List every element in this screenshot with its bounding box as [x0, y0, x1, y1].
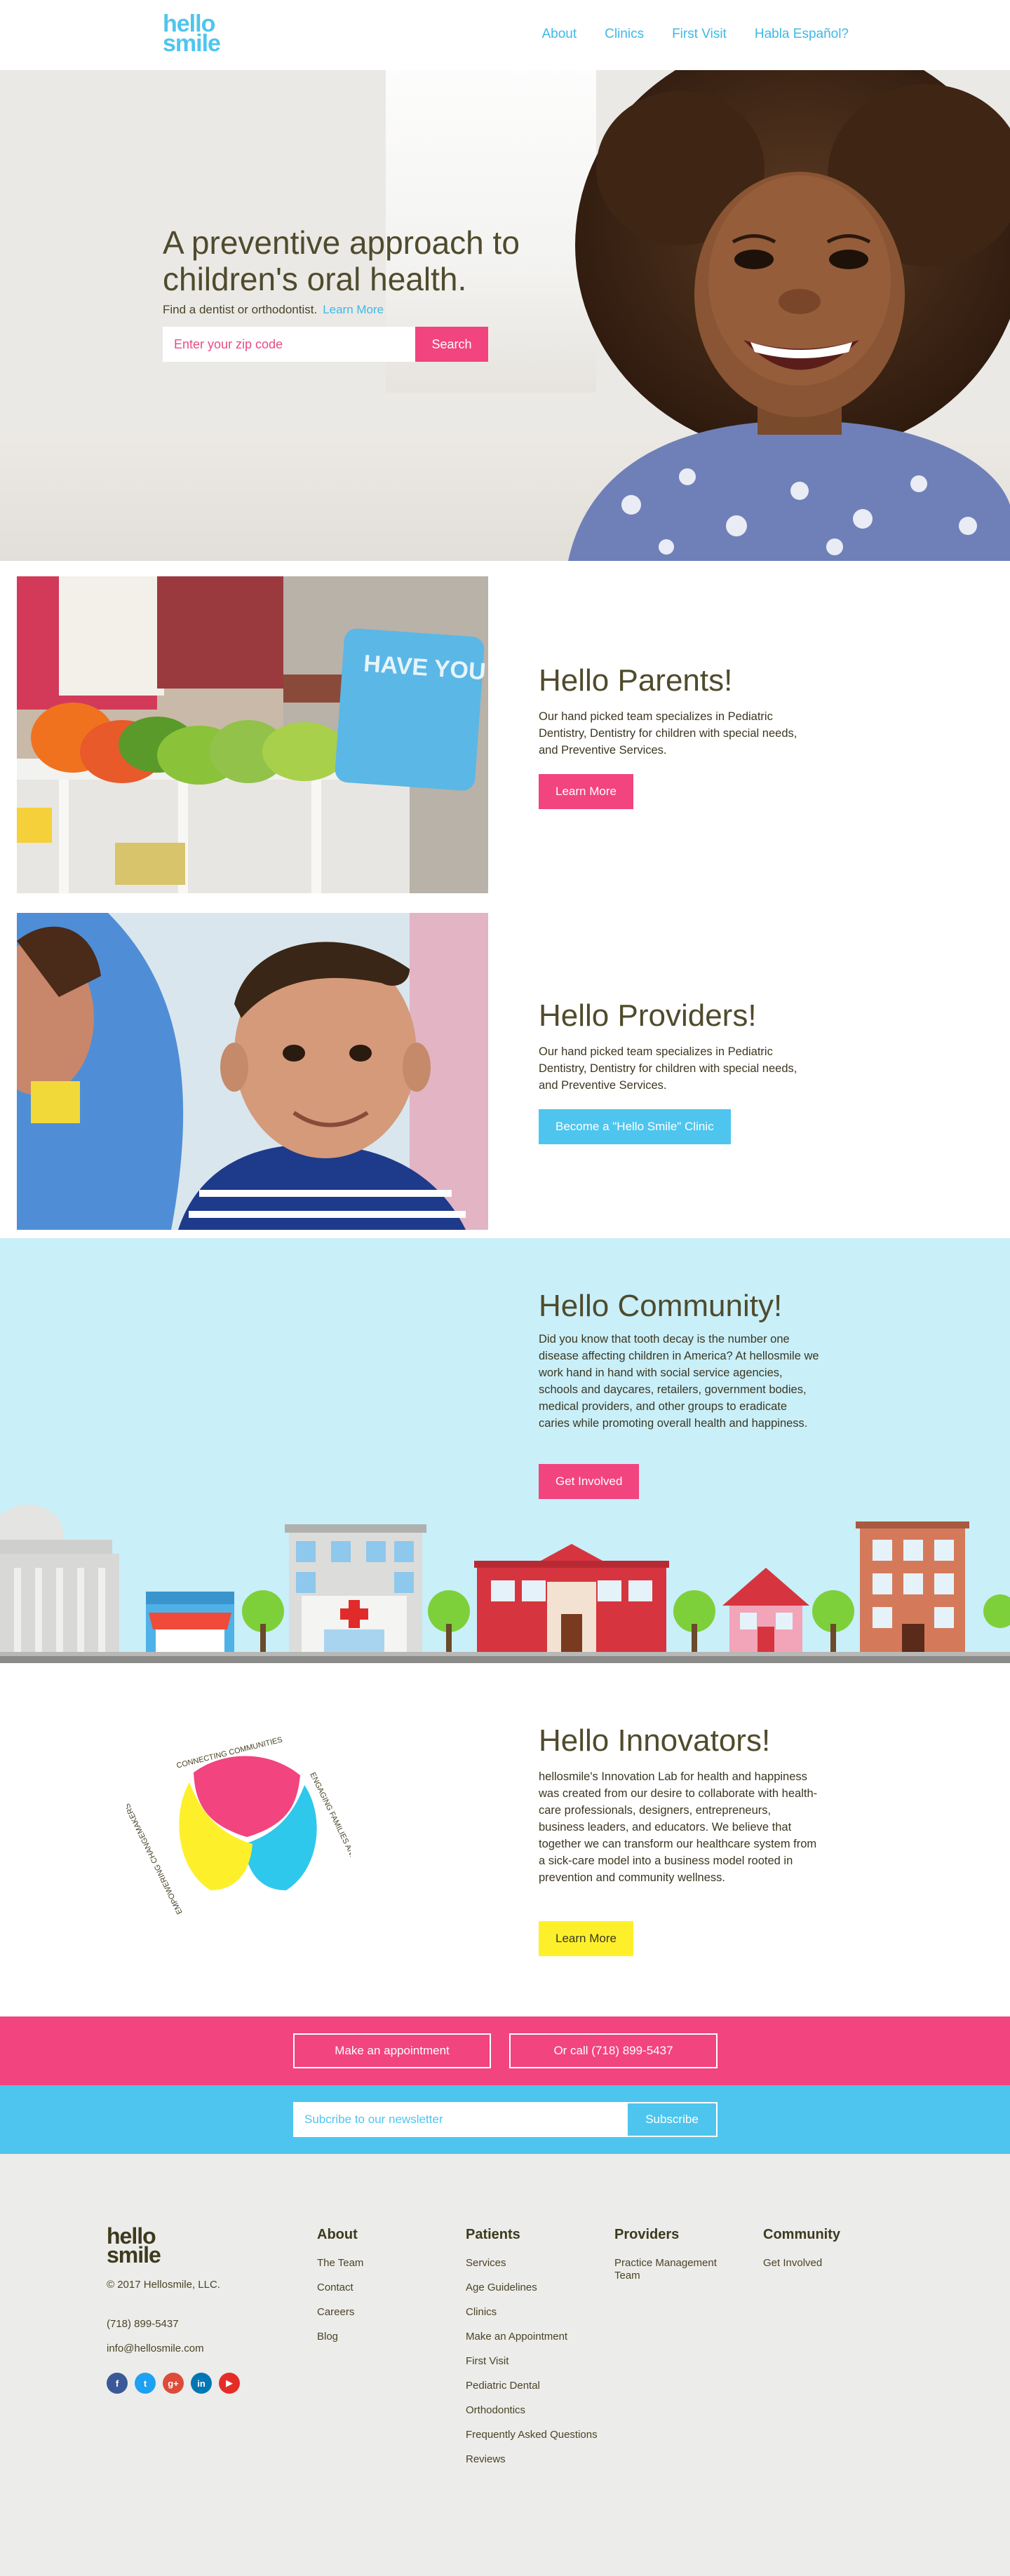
footer-link-get-involved[interactable]: Get Involved: [763, 2257, 903, 2270]
footer-link-orthodontics[interactable]: Orthodontics: [466, 2404, 606, 2417]
footer-link-services[interactable]: Services: [466, 2257, 606, 2270]
footer-link-age-guidelines[interactable]: Age Guidelines: [466, 2282, 606, 2294]
footer-link-blog[interactable]: Blog: [317, 2331, 457, 2343]
hellosmile-logo[interactable]: hello smile: [163, 12, 221, 57]
youtube-icon[interactable]: ▶: [219, 2373, 240, 2394]
footer-email[interactable]: info@hellosmile.com: [107, 2343, 204, 2354]
footer-column-title: Providers: [614, 2227, 680, 2242]
logo-line-2: smile: [163, 30, 221, 57]
subscribe-button[interactable]: Subscribe: [626, 2102, 718, 2137]
boy-dentist-photo: [17, 913, 488, 1230]
site-header: hello smile About Clinics First Visit Ha…: [0, 0, 1010, 70]
nav-clinics[interactable]: Clinics: [605, 27, 644, 42]
footer-link-faq[interactable]: Frequently Asked Questions: [466, 2429, 606, 2441]
footer-column-providers: Providers Practice Management Team: [614, 2227, 734, 2294]
school-building: [474, 1544, 669, 1652]
copyright: © 2017 Hellosmile, LLC.: [107, 2279, 220, 2291]
newsletter-email-input[interactable]: [293, 2102, 626, 2137]
call-button[interactable]: Or call (718) 899-5437: [509, 2033, 718, 2068]
parents-learn-more-button[interactable]: Learn More: [539, 774, 633, 809]
hero-child-photo: [568, 70, 1010, 561]
hero-subtitle: Find a dentist or orthodontist. Learn Mor…: [163, 303, 384, 317]
hero-subtitle-text: Find a dentist or orthodontist.: [163, 303, 318, 316]
footer-link-clinics[interactable]: Clinics: [466, 2306, 606, 2319]
parents-text: Our hand picked team specializes in Pedi…: [539, 710, 797, 757]
providers-text: Our hand picked team specializes in Pedi…: [539, 1045, 797, 1092]
zip-code-input[interactable]: [163, 327, 415, 362]
footer-link-make-appointment[interactable]: Make an Appointment: [466, 2331, 606, 2343]
facebook-icon[interactable]: f: [107, 2373, 128, 2394]
hero-section: A preventive approach to children's oral…: [0, 70, 1010, 561]
footer-link-contact[interactable]: Contact: [317, 2282, 457, 2294]
footer-logo-line-2: smile: [107, 2242, 161, 2267]
apartment-building: [856, 1521, 969, 1652]
innovators-title: Hello Innovators!: [539, 1723, 771, 1758]
footer-column-title: About: [317, 2227, 358, 2242]
footer-link-reviews[interactable]: Reviews: [466, 2453, 606, 2466]
capitol-building: [0, 1505, 119, 1652]
appointment-bar: Make an appointment Or call (718) 899-54…: [0, 2016, 1010, 2085]
main-nav: About Clinics First Visit Habla Español?: [541, 27, 849, 42]
footer-link-practice-management-team[interactable]: Practice Management Team: [614, 2257, 734, 2282]
nav-about[interactable]: About: [541, 27, 577, 42]
city-illustration: [0, 1505, 1010, 1663]
newsletter-bar: Subscribe: [0, 2085, 1010, 2154]
footer-column-community: Community Get Involved: [763, 2227, 903, 2282]
label-empowering-changemakers: EMPOWERING CHANGEMAKERS: [126, 1802, 184, 1916]
footer-column-title: Patients: [466, 2227, 520, 2242]
nav-first-visit[interactable]: First Visit: [672, 27, 727, 42]
footer-column-about: About The Team Contact Careers Blog: [317, 2227, 457, 2355]
site-footer: hello smile © 2017 Hellosmile, LLC. (718…: [0, 2154, 1010, 2576]
google-plus-icon[interactable]: g+: [163, 2373, 184, 2394]
footer-column-patients: Patients Services Age Guidelines Clinics…: [466, 2227, 606, 2478]
community-title: Hello Community!: [539, 1289, 783, 1323]
innovators-text: hellosmile's Innovation Lab for health a…: [539, 1770, 818, 1884]
make-appointment-button[interactable]: Make an appointment: [293, 2033, 491, 2068]
footer-column-title: Community: [763, 2227, 840, 2242]
footer-link-careers[interactable]: Careers: [317, 2306, 457, 2319]
parents-title: Hello Parents!: [539, 663, 733, 698]
hero-learn-more-link[interactable]: Learn More: [323, 303, 384, 316]
search-button[interactable]: Search: [415, 327, 488, 362]
providers-title: Hello Providers!: [539, 998, 757, 1033]
hero-title: A preventive approach to children's oral…: [163, 224, 520, 297]
house-building: [722, 1568, 809, 1652]
footer-phone[interactable]: (718) 899-5437: [107, 2318, 179, 2330]
community-section: Hello Community! Did you know that tooth…: [0, 1238, 1010, 1663]
footer-logo[interactable]: hello smile: [107, 2225, 161, 2267]
become-clinic-button[interactable]: Become a "Hello Smile" Clinic: [539, 1109, 731, 1144]
footer-link-first-visit[interactable]: First Visit: [466, 2355, 606, 2368]
footer-link-pediatric-dental[interactable]: Pediatric Dental: [466, 2380, 606, 2392]
community-text: Did you know that tooth decay is the num…: [539, 1333, 819, 1430]
footer-link-the-team[interactable]: The Team: [317, 2257, 457, 2270]
innovators-learn-more-button[interactable]: Learn More: [539, 1921, 633, 1956]
linkedin-icon[interactable]: in: [191, 2373, 212, 2394]
social-links: f t g+ in ▶: [107, 2373, 240, 2394]
shop-building: [146, 1592, 234, 1652]
innovation-lab-diagram: CONNECTING COMMUNITIES ENGAGING FAMILIES…: [126, 1735, 351, 1916]
nav-habla-espanol[interactable]: Habla Español?: [755, 27, 849, 42]
playroom-photo: HAVE YOU BRUSHED YOUR TEETH: [17, 576, 488, 893]
twitter-icon[interactable]: t: [135, 2373, 156, 2394]
hospital-building: [285, 1524, 426, 1652]
